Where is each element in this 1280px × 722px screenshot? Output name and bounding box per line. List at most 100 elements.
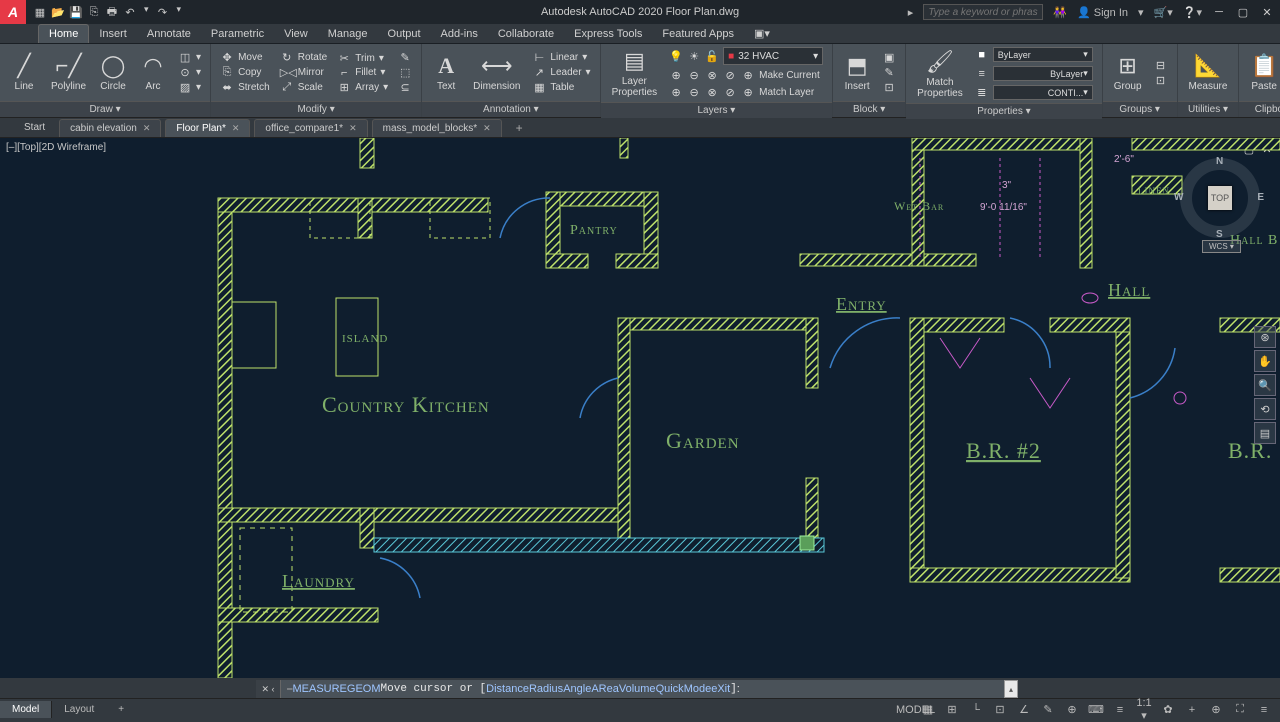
panel-title-modify[interactable]: Modify ▾: [211, 101, 421, 117]
misc-draw-3[interactable]: ▨▾: [175, 80, 204, 95]
status-toggle-12[interactable]: +: [1184, 704, 1200, 716]
chevron-down-icon[interactable]: ▾: [144, 4, 149, 20]
viewcube[interactable]: TOP N S E W WCS ▾: [1180, 158, 1260, 238]
status-toggle-3[interactable]: └: [968, 704, 984, 716]
tab-addins[interactable]: Add-ins: [431, 25, 488, 43]
panel-title-properties[interactable]: Properties ▾: [906, 103, 1102, 119]
tab-home[interactable]: Home: [38, 24, 89, 43]
command-input[interactable]: ⎯ MEASUREGEOM Move cursor or [Distance R…: [280, 680, 1004, 698]
status-toggle-2[interactable]: ⊞: [944, 703, 960, 716]
lock-icon[interactable]: 🔓: [705, 50, 719, 63]
panel-title-annotation[interactable]: Annotation ▾: [422, 101, 599, 117]
copy-button[interactable]: ⎘Copy: [217, 65, 273, 80]
command-close-button[interactable]: ✕ ‹: [256, 680, 280, 698]
qat-save-icon[interactable]: 💾: [68, 4, 84, 20]
pan-icon[interactable]: ✋: [1254, 350, 1276, 372]
layer-tools-row2[interactable]: ⊕⊖⊗⊘ ⊕Match Layer: [666, 85, 826, 100]
tab-insert[interactable]: Insert: [89, 25, 137, 43]
signin-button[interactable]: 👤 Sign In: [1077, 6, 1128, 19]
qat-saveas-icon[interactable]: ⎘: [86, 4, 102, 20]
status-toggle-5[interactable]: ∠: [1016, 703, 1032, 716]
zoom-icon[interactable]: 🔍: [1254, 374, 1276, 396]
close-tab-icon[interactable]: ✕: [349, 123, 357, 134]
showmotion-icon[interactable]: ▤: [1254, 422, 1276, 444]
panel-title-draw[interactable]: Draw ▾: [0, 101, 210, 117]
table-button[interactable]: ▦Table: [529, 80, 593, 95]
fillet-button[interactable]: ⌐Fillet ▾: [334, 66, 391, 80]
tab-featured[interactable]: Featured Apps: [652, 25, 744, 43]
group-tool-2[interactable]: ⊡: [1151, 73, 1171, 88]
misc-draw-2[interactable]: ⊙▾: [175, 65, 204, 80]
new-tab-button[interactable]: +: [506, 118, 533, 138]
minimize-button[interactable]: ─: [1212, 5, 1226, 19]
status-toggle-7[interactable]: ⊕: [1064, 703, 1080, 716]
insert-button[interactable]: ⬒Insert: [839, 51, 875, 94]
move-button[interactable]: ✥Move: [217, 50, 273, 65]
line-button[interactable]: ╱Line: [6, 51, 42, 94]
linetype-dropdown[interactable]: CONTI... ▾: [993, 85, 1093, 100]
lineweight-dropdown[interactable]: ByLayer ▾: [993, 66, 1093, 81]
dimension-button[interactable]: ⟷Dimension: [468, 51, 525, 94]
chevron-down-icon[interactable]: ▾: [177, 4, 182, 20]
qat-redo-icon[interactable]: ↷: [155, 4, 171, 20]
array-button[interactable]: ⊞Array ▾: [334, 80, 391, 95]
tab-view[interactable]: View: [274, 25, 318, 43]
steering-wheel-icon[interactable]: ⊛: [1254, 326, 1276, 348]
rotate-button[interactable]: ↻Rotate: [277, 50, 330, 65]
document-tab[interactable]: Floor Plan*✕: [165, 119, 250, 137]
text-button[interactable]: AText: [428, 51, 464, 94]
chevron-down-icon[interactable]: ▾: [1138, 6, 1144, 19]
document-tab[interactable]: Start: [14, 119, 55, 136]
panel-title-layers[interactable]: Layers ▾: [601, 102, 833, 118]
sun-icon[interactable]: ☀: [687, 50, 701, 63]
panel-title-clipboard[interactable]: Clipboard: [1239, 101, 1280, 117]
trim-button[interactable]: ✂Trim ▾: [334, 51, 391, 66]
model-tab[interactable]: Model: [0, 701, 52, 718]
status-toggle-15[interactable]: ≡: [1256, 704, 1272, 716]
compass-s[interactable]: S: [1216, 229, 1223, 240]
paste-button[interactable]: 📋Paste: [1245, 51, 1280, 94]
bulb-icon[interactable]: 💡: [669, 50, 683, 63]
tab-parametric[interactable]: Parametric: [201, 25, 274, 43]
qat-print-icon[interactable]: 🖶: [104, 4, 120, 20]
maximize-button[interactable]: ▢: [1236, 5, 1250, 19]
panel-title-block[interactable]: Block ▾: [833, 101, 905, 117]
tab-manage[interactable]: Manage: [318, 25, 378, 43]
search-input[interactable]: [923, 4, 1043, 20]
close-tab-icon[interactable]: ✕: [143, 123, 151, 134]
viewcube-top-face[interactable]: TOP: [1208, 186, 1232, 210]
status-toggle-1[interactable]: ▦: [920, 703, 936, 716]
document-tab[interactable]: office_compare1*✕: [254, 119, 367, 137]
tab-annotate[interactable]: Annotate: [137, 25, 201, 43]
status-toggle-0[interactable]: MODEL: [896, 704, 912, 716]
misc-draw-1[interactable]: ◫▾: [175, 50, 204, 65]
stretch-button[interactable]: ⬌Stretch: [217, 80, 273, 95]
tab-output[interactable]: Output: [378, 25, 431, 43]
close-button[interactable]: ✕: [1260, 5, 1274, 19]
qat-undo-icon[interactable]: ↶: [122, 4, 138, 20]
leader-button[interactable]: ↗Leader ▾: [529, 65, 593, 80]
layer-properties-button[interactable]: ▤Layer Properties: [607, 46, 663, 100]
block-tool-3[interactable]: ⊡: [879, 80, 899, 95]
color-dropdown[interactable]: ByLayer▾: [993, 47, 1093, 62]
erase-icon[interactable]: ✎: [395, 50, 415, 65]
tab-express[interactable]: Express Tools: [564, 25, 652, 43]
close-tab-icon[interactable]: ✕: [483, 123, 491, 134]
color-swatch-icon[interactable]: ■: [975, 49, 989, 61]
arc-button[interactable]: ◠Arc: [135, 51, 171, 94]
linear-button[interactable]: ⊢Linear ▾: [529, 50, 593, 65]
document-tab[interactable]: mass_model_blocks*✕: [372, 119, 502, 137]
document-tab[interactable]: cabin elevation✕: [59, 119, 161, 137]
compass-n[interactable]: N: [1216, 156, 1223, 167]
layout-tab[interactable]: Layout: [52, 701, 106, 718]
measure-button[interactable]: 📐Measure: [1184, 51, 1233, 94]
drawing-canvas[interactable]: [–][Top][2D Wireframe] ─ ▢ ✕: [0, 138, 1280, 678]
command-history-button[interactable]: ▴: [1004, 680, 1018, 698]
polyline-button[interactable]: ⌐╱Polyline: [46, 51, 91, 94]
close-tab-icon[interactable]: ✕: [232, 123, 240, 134]
qat-open-icon[interactable]: 📂: [50, 4, 66, 20]
qat-new-icon[interactable]: ▦: [32, 4, 48, 20]
status-toggle-13[interactable]: ⊕: [1208, 703, 1224, 716]
infocenter-icon[interactable]: 👭: [1053, 6, 1067, 19]
status-toggle-6[interactable]: ✎: [1040, 703, 1056, 716]
